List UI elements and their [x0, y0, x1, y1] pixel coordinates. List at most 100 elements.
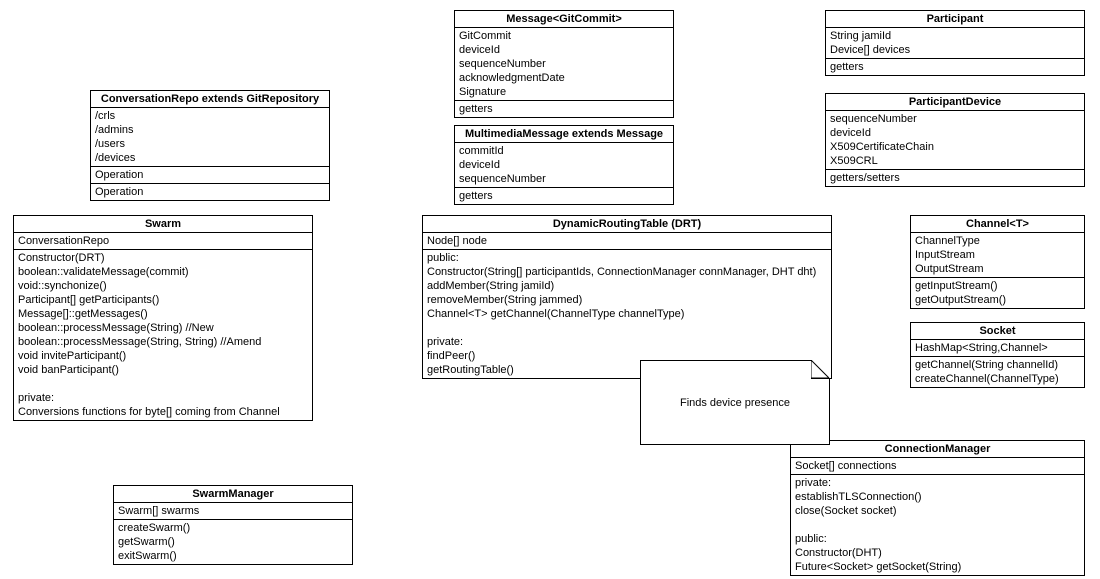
op: getChannel(String channelId) — [915, 358, 1080, 372]
op: Constructor(String[] participantIds, Con… — [427, 265, 827, 279]
attr: String jamiId — [830, 29, 1080, 43]
op: establishTLSConnection() — [795, 490, 1080, 504]
op: void inviteParticipant() — [18, 349, 308, 363]
class-operations: public: Constructor(String[] participant… — [423, 250, 831, 378]
op: private: — [427, 335, 827, 349]
class-operations: getters — [455, 188, 673, 204]
class-drt: DynamicRoutingTable (DRT) Node[] node pu… — [422, 215, 832, 379]
note-fold-triangle — [811, 360, 829, 378]
class-title: SwarmManager — [114, 486, 352, 503]
class-operations: Constructor(DRT) boolean::validateMessag… — [14, 250, 312, 420]
op: void banParticipant() — [18, 363, 308, 377]
class-operations: private: establishTLSConnection() close(… — [791, 475, 1084, 575]
op: private: — [795, 476, 1080, 490]
op: Channel<T> getChannel(ChannelType channe… — [427, 307, 827, 321]
class-operations: Operation — [91, 184, 329, 200]
op: getters/setters — [830, 171, 1080, 185]
class-title: Socket — [911, 323, 1084, 340]
op: Message[]::getMessages() — [18, 307, 308, 321]
op: Conversions functions for byte[] coming … — [18, 405, 308, 419]
op: boolean::processMessage(String) //New — [18, 321, 308, 335]
attr: commitId — [459, 144, 669, 158]
attr: /admins — [95, 123, 325, 137]
class-operations: getInputStream() getOutputStream() — [911, 278, 1084, 308]
class-operations: getters — [455, 101, 673, 117]
op: Operation — [95, 168, 325, 182]
class-channel: Channel<T> ChannelType InputStream Outpu… — [910, 215, 1085, 309]
note-text: Finds device presence — [680, 397, 790, 409]
op: addMember(String jamiId) — [427, 279, 827, 293]
op: createSwarm() — [118, 521, 348, 535]
op: void::synchonize() — [18, 279, 308, 293]
op: createChannel(ChannelType) — [915, 372, 1080, 386]
class-attributes: /crls /admins /users /devices — [91, 108, 329, 167]
class-attributes: Socket[] connections — [791, 458, 1084, 475]
class-message: Message<GitCommit> GitCommit deviceId se… — [454, 10, 674, 118]
attr: /devices — [95, 151, 325, 165]
class-title: Channel<T> — [911, 216, 1084, 233]
class-conversation-repo: ConversationRepo extends GitRepository /… — [90, 90, 330, 201]
class-swarm: Swarm ConversationRepo Constructor(DRT) … — [13, 215, 313, 421]
op: getSwarm() — [118, 535, 348, 549]
class-attributes: String jamiId Device[] devices — [826, 28, 1084, 59]
class-attributes: ChannelType InputStream OutputStream — [911, 233, 1084, 278]
class-title: ConnectionManager — [791, 441, 1084, 458]
class-attributes: sequenceNumber deviceId X509CertificateC… — [826, 111, 1084, 170]
attr: Swarm[] swarms — [118, 504, 348, 518]
class-title: Swarm — [14, 216, 312, 233]
op: Constructor(DHT) — [795, 546, 1080, 560]
class-attributes: GitCommit deviceId sequenceNumber acknow… — [455, 28, 673, 101]
attr: deviceId — [459, 158, 669, 172]
class-operations: getChannel(String channelId) createChann… — [911, 357, 1084, 387]
attr: /crls — [95, 109, 325, 123]
class-title: Message<GitCommit> — [455, 11, 673, 28]
class-attributes: HashMap<String,Channel> — [911, 340, 1084, 357]
class-participant-device: ParticipantDevice sequenceNumber deviceI… — [825, 93, 1085, 187]
op: getInputStream() — [915, 279, 1080, 293]
attr: X509CRL — [830, 154, 1080, 168]
op — [427, 321, 827, 335]
class-operations: getters — [826, 59, 1084, 75]
op: public: — [795, 532, 1080, 546]
attr: sequenceNumber — [459, 172, 669, 186]
attr: HashMap<String,Channel> — [915, 341, 1080, 355]
class-operations: getters/setters — [826, 170, 1084, 186]
op: public: — [427, 251, 827, 265]
class-title: ParticipantDevice — [826, 94, 1084, 111]
attr: X509CertificateChain — [830, 140, 1080, 154]
op: getters — [830, 60, 1080, 74]
class-connection-manager: ConnectionManager Socket[] connections p… — [790, 440, 1085, 576]
op: getOutputStream() — [915, 293, 1080, 307]
attr: Device[] devices — [830, 43, 1080, 57]
op: getters — [459, 189, 669, 203]
class-title: DynamicRoutingTable (DRT) — [423, 216, 831, 233]
op — [795, 518, 1080, 532]
attr: acknowledgmentDate — [459, 71, 669, 85]
class-title: ConversationRepo extends GitRepository — [91, 91, 329, 108]
op: boolean::processMessage(String, String) … — [18, 335, 308, 349]
class-title: MultimediaMessage extends Message — [455, 126, 673, 143]
attr: GitCommit — [459, 29, 669, 43]
class-multimedia-message: MultimediaMessage extends Message commit… — [454, 125, 674, 205]
op: Participant[] getParticipants() — [18, 293, 308, 307]
class-participant: Participant String jamiId Device[] devic… — [825, 10, 1085, 76]
op: close(Socket socket) — [795, 504, 1080, 518]
class-swarm-manager: SwarmManager Swarm[] swarms createSwarm(… — [113, 485, 353, 565]
op: Constructor(DRT) — [18, 251, 308, 265]
op — [18, 377, 308, 391]
class-socket: Socket HashMap<String,Channel> getChanne… — [910, 322, 1085, 388]
attr: ChannelType — [915, 234, 1080, 248]
attr: Socket[] connections — [795, 459, 1080, 473]
op: removeMember(String jammed) — [427, 293, 827, 307]
op: boolean::validateMessage(commit) — [18, 265, 308, 279]
uml-note: Finds device presence — [640, 360, 830, 445]
class-operations: createSwarm() getSwarm() exitSwarm() — [114, 520, 352, 564]
attr: sequenceNumber — [459, 57, 669, 71]
op: Operation — [95, 185, 325, 199]
attr: InputStream — [915, 248, 1080, 262]
op: private: — [18, 391, 308, 405]
attr: /users — [95, 137, 325, 151]
op: getters — [459, 102, 669, 116]
op: exitSwarm() — [118, 549, 348, 563]
attr: Node[] node — [427, 234, 827, 248]
